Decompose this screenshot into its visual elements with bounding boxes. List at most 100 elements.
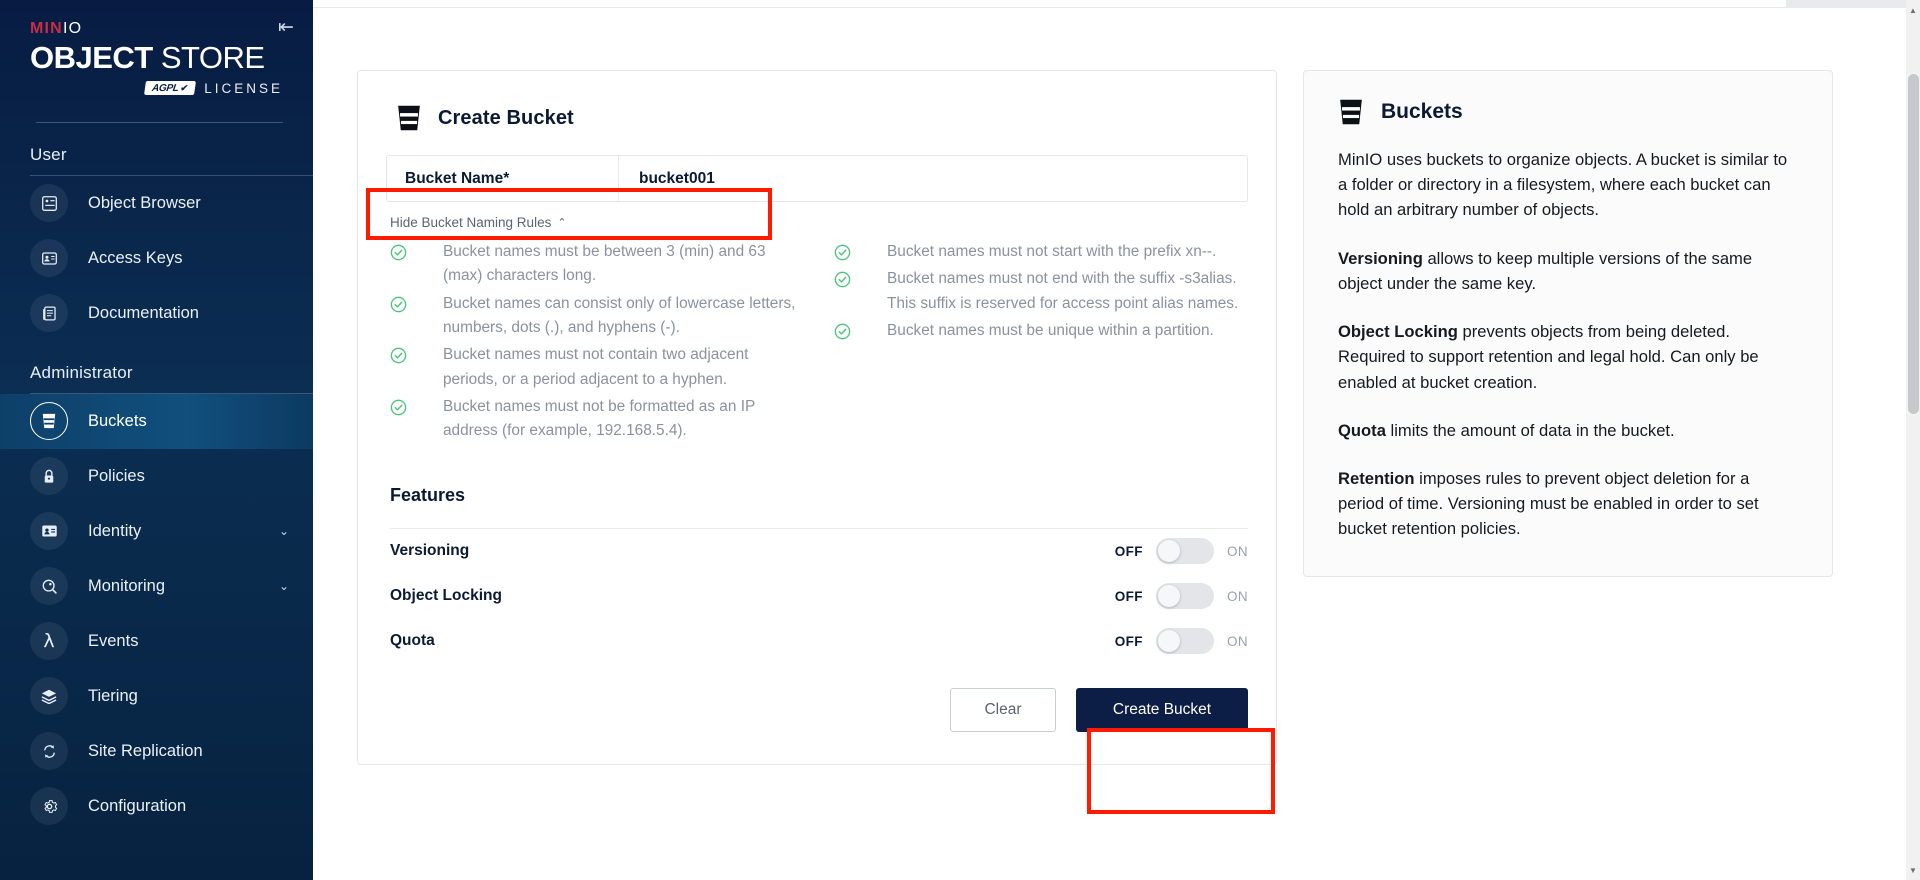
quota-toggle[interactable] — [1155, 628, 1214, 655]
agpl-badge: AGPL ✔ — [144, 81, 197, 96]
sidebar-item-documentation[interactable]: Documentation — [0, 286, 313, 341]
feature-label: Versioning — [390, 542, 470, 560]
sidebar-item-access-keys[interactable]: Access Keys — [0, 231, 313, 286]
hide-bucket-naming-rules-toggle[interactable]: Hide Bucket Naming Rules ⌃ — [390, 215, 567, 230]
monitoring-search-icon — [30, 567, 68, 606]
sidebar-item-buckets[interactable]: Buckets — [0, 393, 313, 449]
create-bucket-button[interactable]: Create Bucket — [1076, 687, 1248, 732]
check-circle-icon — [390, 347, 407, 364]
object-locking-toggle[interactable] — [1155, 583, 1214, 610]
scrollbar-thumb[interactable] — [1908, 74, 1919, 414]
brand-min-text: MIN — [30, 20, 63, 37]
toggle-on-label: ON — [1226, 588, 1248, 604]
sidebar-item-label: Policies — [88, 466, 145, 485]
object-browser-icon — [30, 184, 68, 223]
sidebar-item-label: Monitoring — [88, 576, 166, 595]
sidebar-item-identity[interactable]: Identity ⌄ — [0, 504, 313, 559]
rule-text: Bucket names must be between 3 (min) and… — [443, 243, 766, 285]
sidebar-item-events[interactable]: λ Events — [0, 614, 313, 669]
sidebar-item-site-replication[interactable]: Site Replication — [0, 724, 313, 779]
info-panel-header: Buckets — [1338, 97, 1798, 127]
sidebar-item-label: Configuration — [88, 796, 187, 815]
toggle-knob — [1157, 630, 1180, 653]
nav-group-administrator-label: Administrator — [30, 362, 133, 382]
sidebar-item-label: Object Browser — [88, 193, 201, 212]
info-paragraph-bold: Versioning — [1338, 248, 1423, 268]
collapse-panel-icon[interactable]: ⇤ — [273, 14, 299, 40]
bucket-name-input[interactable] — [619, 156, 1247, 201]
clear-button[interactable]: Clear — [950, 687, 1056, 732]
brand-object-store: OBJECT STORE — [30, 40, 285, 75]
rule-item: Bucket names must not be formatted as an… — [390, 395, 804, 444]
create-bucket-header: Create Bucket — [396, 103, 1248, 133]
rule-item: Bucket names must not start with the pre… — [834, 240, 1248, 264]
info-paragraph: Retention imposes rules to prevent objec… — [1338, 466, 1798, 542]
versioning-toggle[interactable] — [1155, 538, 1214, 565]
scroll-down-icon[interactable]: ▼ — [1906, 862, 1920, 878]
sidebar-item-monitoring[interactable]: Monitoring ⌄ — [0, 559, 313, 614]
check-circle-icon — [390, 399, 407, 416]
hide-rules-label: Hide Bucket Naming Rules — [390, 215, 552, 230]
rule-item: Bucket names can consist only of lowerca… — [390, 292, 804, 341]
rule-text: Bucket names can consist only of lowerca… — [443, 294, 796, 336]
quota-toggle-group: OFF ON — [1114, 628, 1248, 655]
buckets-info-panel: Buckets MinIO uses buckets to organize o… — [1303, 70, 1833, 577]
rule-text: Bucket names must be unique within a par… — [887, 321, 1214, 339]
sidebar-item-label: Identity — [88, 521, 142, 540]
brand-store-text: STORE — [160, 40, 265, 75]
nav-group-user-label: User — [30, 144, 67, 164]
configuration-gear-icon — [30, 787, 68, 826]
info-paragraph: Quota limits the amount of data in the b… — [1338, 418, 1798, 443]
feature-row-object-locking: Object Locking OFF ON — [390, 574, 1248, 619]
page-title: Create Bucket — [438, 106, 574, 129]
info-paragraph-bold: Retention — [1338, 468, 1415, 488]
top-right-fragment — [1786, 0, 1906, 8]
sidebar-item-label: Buckets — [88, 411, 147, 430]
check-circle-icon — [834, 323, 851, 340]
bucket-icon — [30, 402, 68, 441]
bucket-naming-rules: Bucket names must be between 3 (min) and… — [390, 240, 1248, 447]
identity-card-icon — [30, 512, 68, 551]
sidebar-item-label: Access Keys — [88, 248, 183, 267]
sidebar-item-object-browser[interactable]: Object Browser — [0, 176, 313, 231]
scroll-up-icon[interactable]: ▲ — [1906, 2, 1920, 18]
tiering-layers-icon — [30, 677, 68, 716]
feature-row-versioning: Versioning OFF ON — [390, 529, 1248, 574]
chevron-down-icon[interactable]: ⌄ — [279, 580, 289, 592]
brand-object-text: OBJECT — [30, 40, 153, 75]
toggle-off-label: OFF — [1114, 543, 1143, 559]
rule-item: Bucket names must not contain two adjace… — [390, 343, 804, 392]
info-paragraph: Versioning allows to keep multiple versi… — [1338, 246, 1798, 296]
check-circle-icon — [834, 244, 851, 261]
sidebar-item-policies[interactable]: Policies — [0, 449, 313, 504]
check-circle-icon — [834, 272, 851, 288]
documentation-icon — [30, 294, 68, 333]
toggle-on-label: ON — [1226, 543, 1248, 559]
main-content: Create Bucket Bucket Name* Hide Bucket N… — [313, 0, 1920, 880]
object-locking-toggle-group: OFF ON — [1115, 583, 1248, 610]
create-bucket-card: Create Bucket Bucket Name* Hide Bucket N… — [357, 70, 1277, 765]
features-heading: Features — [390, 484, 466, 505]
sidebar-item-label: Tiering — [88, 686, 138, 705]
rule-item: Bucket names must be between 3 (min) and… — [390, 240, 804, 289]
agpl-leaf-icon: ✔ — [180, 83, 189, 94]
toggle-knob — [1157, 540, 1180, 563]
info-paragraph-bold: Object Locking — [1338, 322, 1458, 342]
rule-item: Bucket names must be unique within a par… — [834, 319, 1248, 343]
rule-item: Bucket names must not end with the suffi… — [834, 267, 1248, 316]
toggle-off-label: OFF — [1114, 633, 1143, 649]
toggle-on-label: ON — [1226, 633, 1248, 649]
license-line: AGPL ✔ LICENSE — [30, 81, 285, 96]
sidebar-item-tiering[interactable]: Tiering — [0, 669, 313, 724]
sidebar-item-configuration[interactable]: Configuration — [0, 779, 313, 834]
chevron-down-icon[interactable]: ⌄ — [279, 525, 289, 537]
toggle-knob — [1157, 585, 1180, 608]
feature-label: Quota — [390, 632, 435, 650]
rule-text: Bucket names must not end with the suffi… — [887, 270, 1239, 312]
vertical-scrollbar[interactable]: ▲ ▼ — [1906, 0, 1920, 880]
info-panel-title: Buckets — [1381, 100, 1463, 123]
info-paragraph-bold: Quota — [1338, 420, 1386, 440]
check-circle-icon — [390, 296, 407, 312]
chevron-up-icon: ⌃ — [557, 217, 567, 229]
policies-lock-icon — [30, 457, 68, 496]
